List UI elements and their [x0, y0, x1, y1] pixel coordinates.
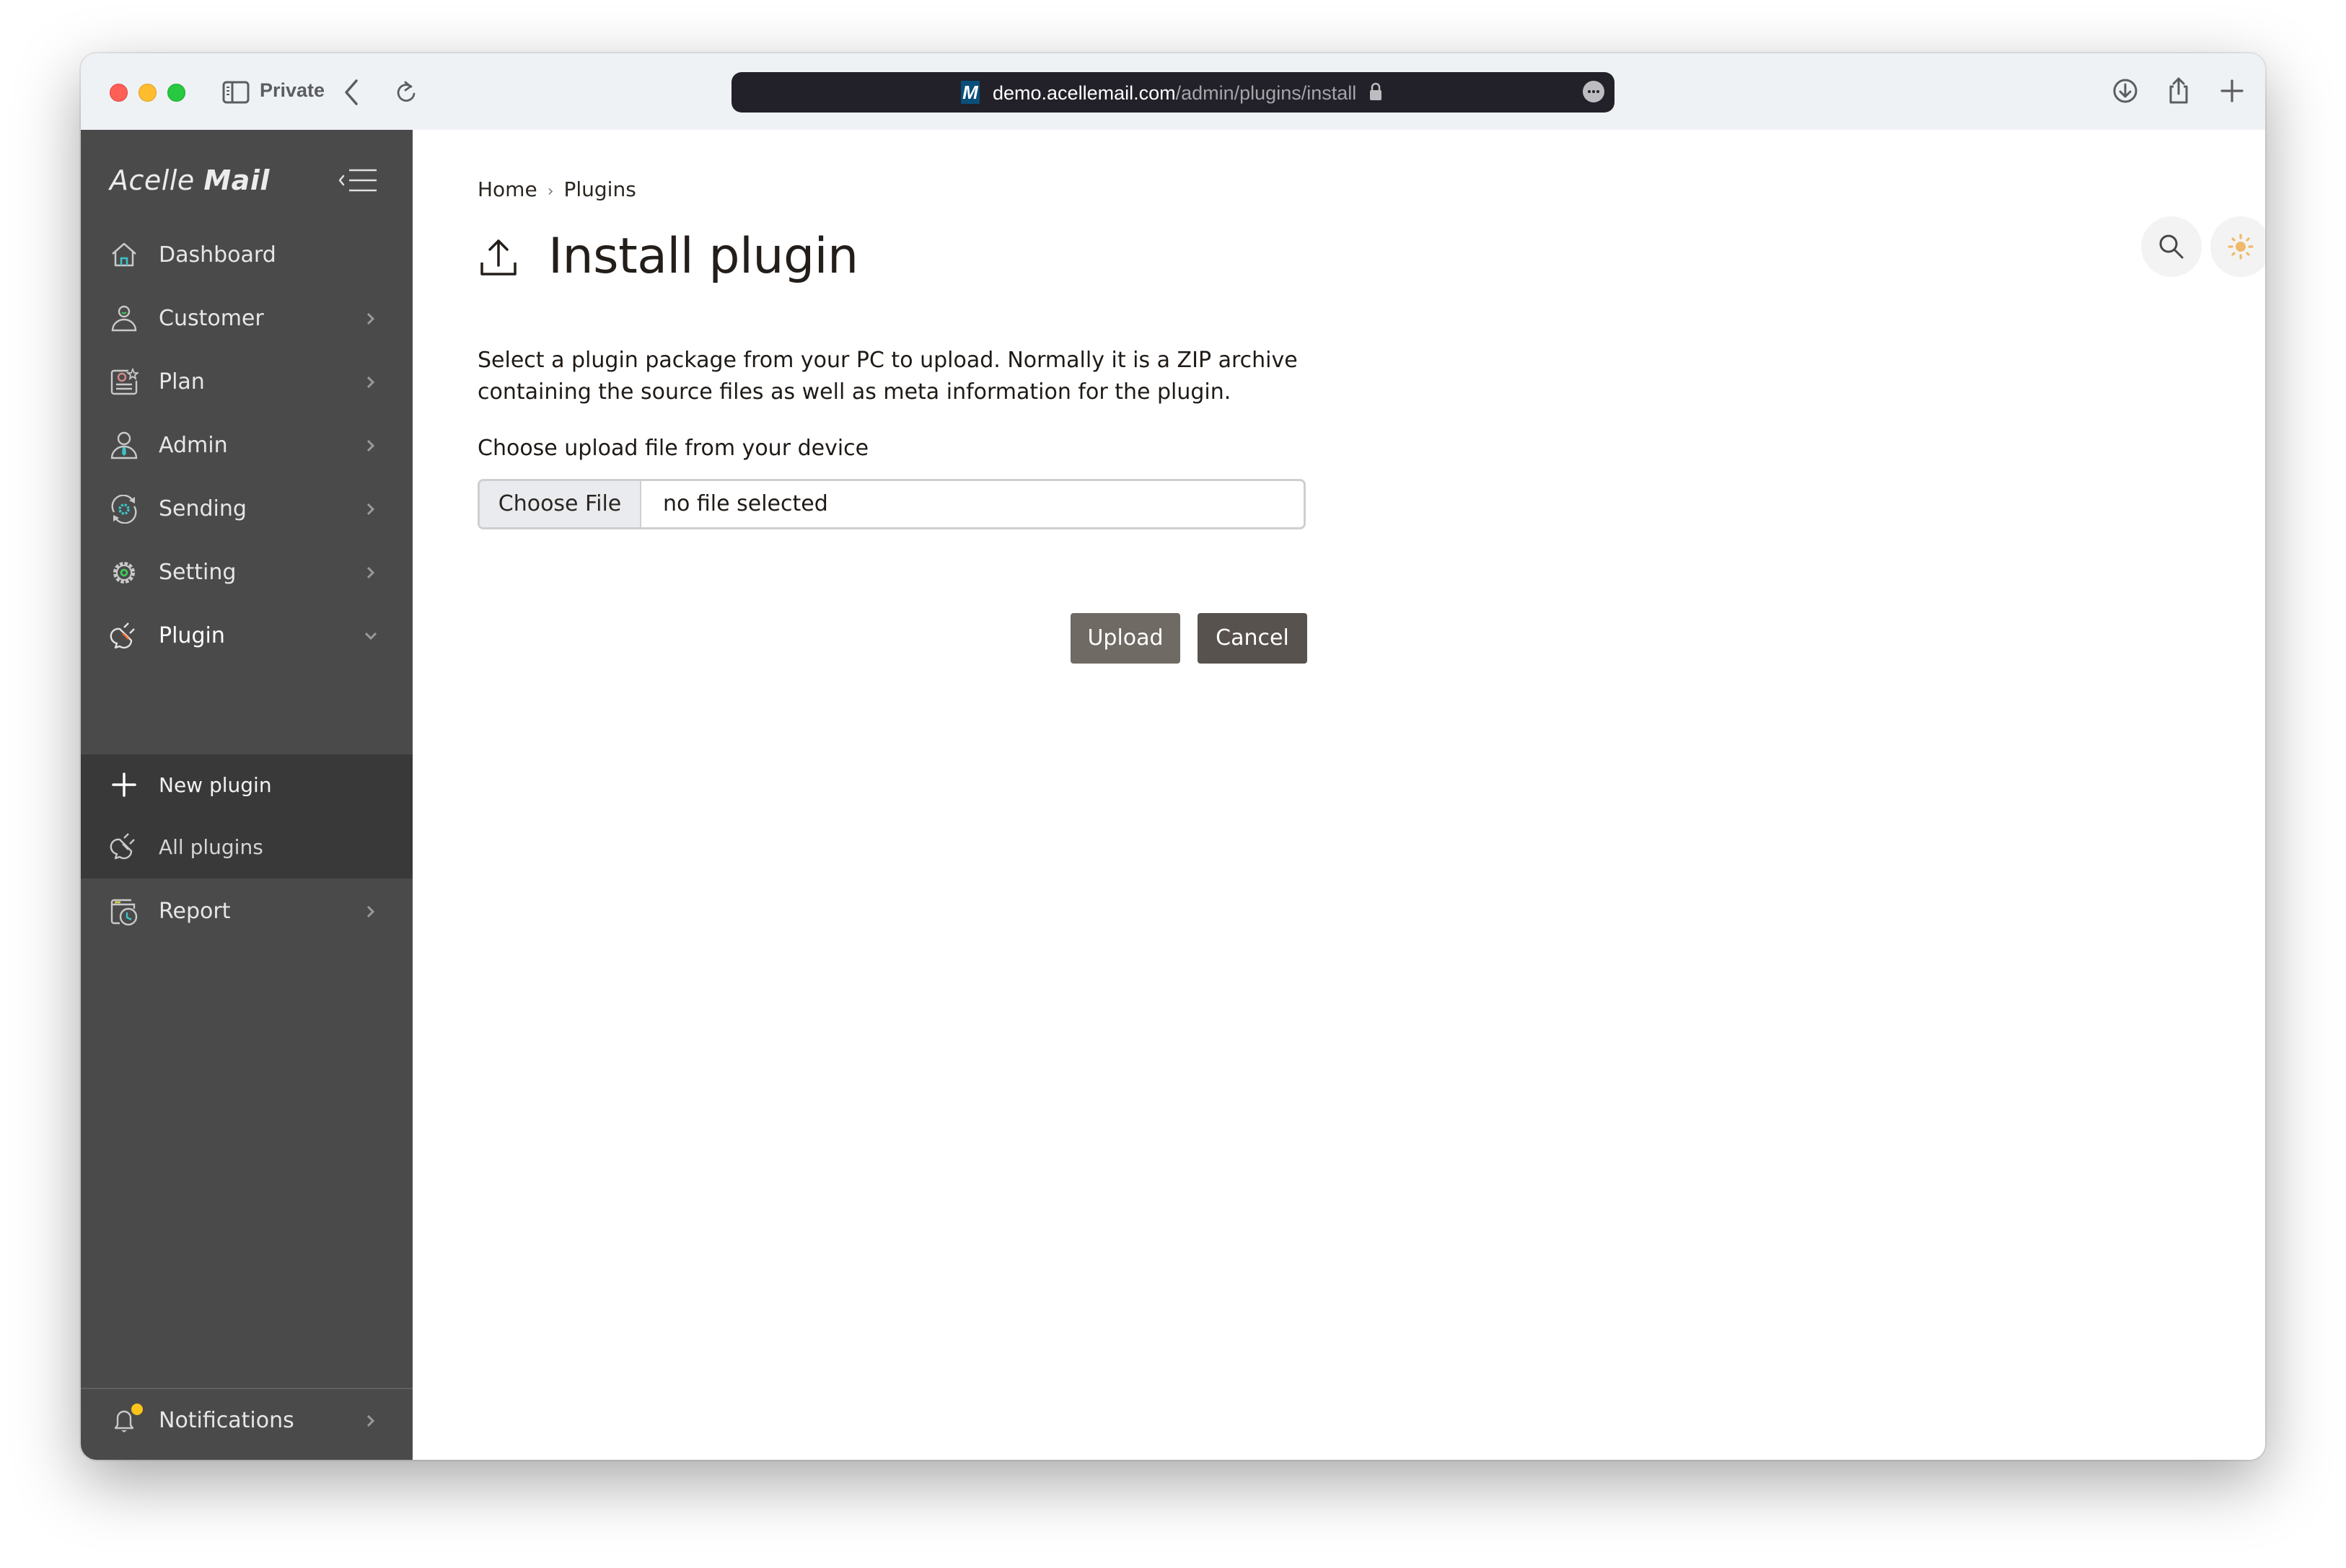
- sidebar-item-label: Setting: [159, 560, 237, 585]
- url-text[interactable]: demo.acellemail.com/admin/plugins/instal…: [993, 82, 1356, 104]
- sidebar: Acelle Mail Dashboard Customer Plan Admi…: [81, 130, 413, 1460]
- report-icon: [110, 899, 138, 926]
- sidebar-item-plan[interactable]: Plan: [81, 351, 413, 414]
- submenu-item-label: All plugins: [159, 835, 263, 859]
- plan-icon: [110, 368, 139, 395]
- submenu-item-all-plugins[interactable]: All plugins: [81, 816, 413, 878]
- search-icon: [2159, 234, 2184, 259]
- new-tab-icon[interactable]: [2218, 76, 2246, 105]
- breadcrumb: Home › Plugins: [478, 177, 636, 201]
- sidebar-item-plugin[interactable]: Plugin: [81, 604, 413, 668]
- app-logo[interactable]: Acelle Mail: [110, 164, 270, 196]
- maximize-window-button[interactable]: [167, 84, 185, 102]
- close-window-button[interactable]: [110, 84, 128, 102]
- theme-toggle-button[interactable]: [2210, 216, 2265, 277]
- file-field-label: Choose upload file from your device: [478, 436, 869, 461]
- cancel-button[interactable]: Cancel: [1198, 613, 1307, 664]
- private-mode-label: Private: [260, 79, 325, 101]
- sidebar-item-label: Plan: [159, 369, 205, 395]
- notifications-label: Notifications: [159, 1408, 294, 1433]
- sidebar-divider: [81, 1388, 413, 1389]
- sidebar-item-admin[interactable]: Admin: [81, 414, 413, 477]
- plus-icon: [112, 772, 136, 797]
- back-icon[interactable]: [342, 78, 361, 107]
- logo-text-left: Acelle: [110, 164, 195, 196]
- sending-icon: [111, 495, 137, 524]
- sidebar-item-label: Customer: [159, 306, 264, 331]
- user-name: Louis P.: [159, 1454, 238, 1460]
- plug-icon: [110, 622, 135, 649]
- sun-icon: [2228, 234, 2254, 260]
- breadcrumb-separator: ›: [547, 182, 554, 201]
- sidebar-item-dashboard[interactable]: Dashboard: [81, 224, 413, 287]
- chevron-down-icon: [364, 632, 377, 640]
- user-menu[interactable]: Louis P.: [81, 1454, 413, 1460]
- page-options-button[interactable]: [1583, 81, 1604, 102]
- admin-icon: [110, 431, 138, 459]
- page-title: Install plugin: [548, 228, 858, 285]
- sidebar-item-label: Sending: [159, 496, 247, 521]
- logo-text-right: Mail: [203, 164, 270, 196]
- browser-toolbar: Private M demo.acellemail.com/admin/plug…: [81, 53, 2265, 130]
- chevron-right-icon: [366, 503, 375, 516]
- chevron-right-icon: [366, 312, 375, 325]
- sidebar-item-report[interactable]: Report: [81, 880, 413, 943]
- site-favicon: M: [961, 81, 980, 104]
- sidebar-item-label: Dashboard: [159, 242, 276, 268]
- sidebar-item-sending[interactable]: Sending: [81, 477, 413, 541]
- breadcrumb-home[interactable]: Home: [478, 177, 537, 201]
- reload-icon[interactable]: [394, 79, 418, 105]
- search-button[interactable]: [2141, 216, 2202, 277]
- choose-file-button[interactable]: Choose File: [480, 481, 641, 527]
- sidebar-item-label: Plugin: [159, 623, 225, 648]
- main-content: Home › Plugins Install plugin Select a p…: [413, 130, 2265, 1460]
- chevron-right-icon: [366, 566, 375, 579]
- downloads-icon[interactable]: [2111, 76, 2140, 105]
- sidebar-item-label: Report: [159, 899, 231, 924]
- submenu-item-label: New plugin: [159, 773, 272, 797]
- chevron-right-icon: [366, 905, 375, 918]
- gear-icon: [113, 562, 135, 583]
- browser-window: Private M demo.acellemail.com/admin/plug…: [81, 53, 2265, 1460]
- page-description: Select a plugin package from your PC to …: [478, 348, 1298, 405]
- url-host: demo.acellemail.com: [993, 82, 1176, 104]
- home-icon: [112, 242, 136, 267]
- url-path: /admin/plugins/install: [1175, 82, 1357, 104]
- file-status-text: no file selected: [663, 491, 828, 516]
- chevron-right-icon: [366, 376, 375, 389]
- submenu-item-new-plugin[interactable]: New plugin: [81, 754, 413, 816]
- upload-icon: [480, 239, 517, 276]
- sidebar-item-customer[interactable]: Customer: [81, 287, 413, 351]
- customer-icon: [111, 305, 137, 332]
- plugin-submenu: New plugin All plugins: [81, 754, 413, 878]
- notifications-item[interactable]: Notifications: [81, 1391, 413, 1451]
- minimize-window-button[interactable]: [139, 84, 157, 102]
- breadcrumb-plugins[interactable]: Plugins: [564, 177, 636, 201]
- share-icon[interactable]: [2164, 76, 2193, 105]
- notification-badge: [131, 1404, 143, 1415]
- lock-icon: [1370, 82, 1381, 100]
- plugin-file-input[interactable]: Choose File no file selected: [478, 479, 1306, 529]
- sidebar-toggle-icon[interactable]: [222, 81, 250, 104]
- chevron-right-icon: [366, 1414, 375, 1427]
- sidebar-item-setting[interactable]: Setting: [81, 541, 413, 604]
- sidebar-item-label: Admin: [159, 433, 228, 458]
- chevron-right-icon: [366, 439, 375, 452]
- upload-button[interactable]: Upload: [1071, 613, 1180, 664]
- plug-icon: [110, 833, 135, 860]
- collapse-sidebar-icon[interactable]: [338, 167, 378, 193]
